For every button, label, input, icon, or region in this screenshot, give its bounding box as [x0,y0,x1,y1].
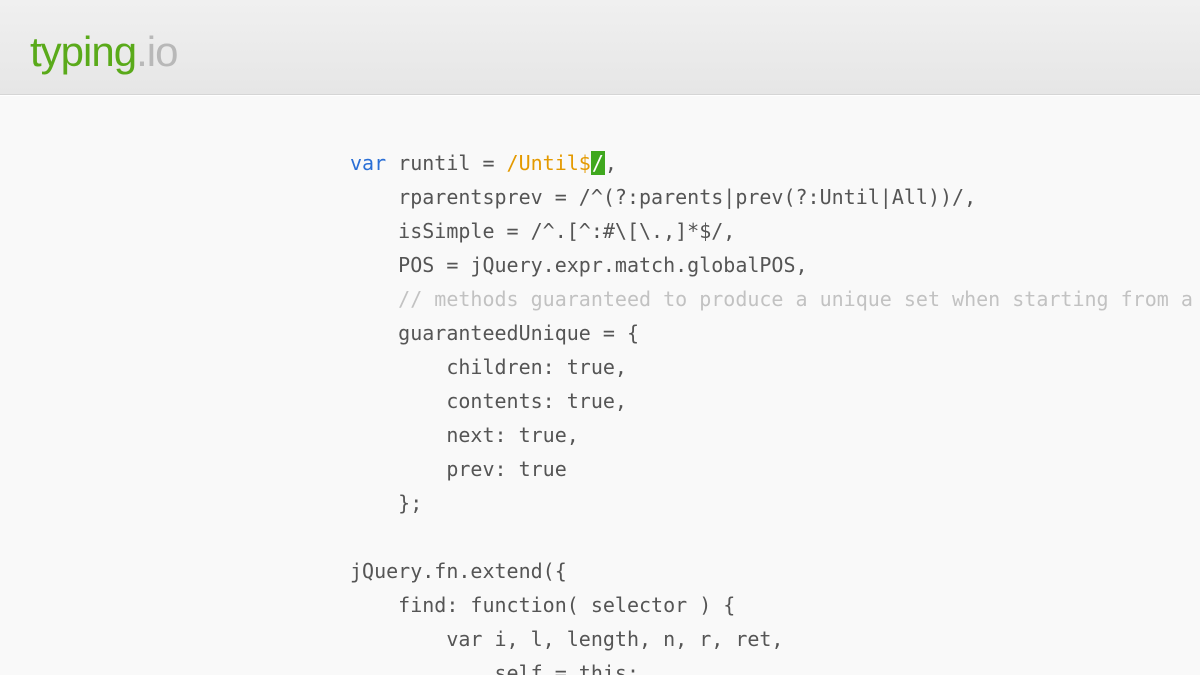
code-typing-area[interactable]: var runtil = /Until$/, rparentsprev = /^… [0,96,1200,675]
code-line: children: true, [350,355,627,379]
editor-panel: var runtil = /Until$/, rparentsprev = /^… [0,95,1200,675]
site-logo[interactable]: typing.io [30,28,1170,76]
code-comment: // methods guaranteed to produce a uniqu… [350,287,1200,311]
typing-cursor: / [591,151,605,175]
keyword-var: var [350,151,386,175]
code-line: find: function( selector ) { [350,593,735,617]
code-line: self = this; [350,661,639,675]
typed-text: /Until$ [507,151,591,175]
code-line: jQuery.fn.extend({ [350,559,567,583]
code-text: runtil = [386,151,506,175]
code-line: var i, l, length, n, r, ret, [350,627,783,651]
logo-sub: .io [136,28,177,75]
code-line: contents: true, [350,389,627,413]
header-bar: typing.io [0,0,1200,95]
code-line: isSimple = /^.[^:#\[\.,]*$/, [350,219,735,243]
code-line: guaranteedUnique = { [350,321,639,345]
code-line: next: true, [350,423,579,447]
code-text: , [605,151,617,175]
logo-main: typing [30,28,136,75]
code-line: POS = jQuery.expr.match.globalPOS, [350,253,808,277]
code-line: rparentsprev = /^(?:parents|prev(?:Until… [350,185,976,209]
code-line: prev: true [350,457,567,481]
code-line: }; [350,491,422,515]
